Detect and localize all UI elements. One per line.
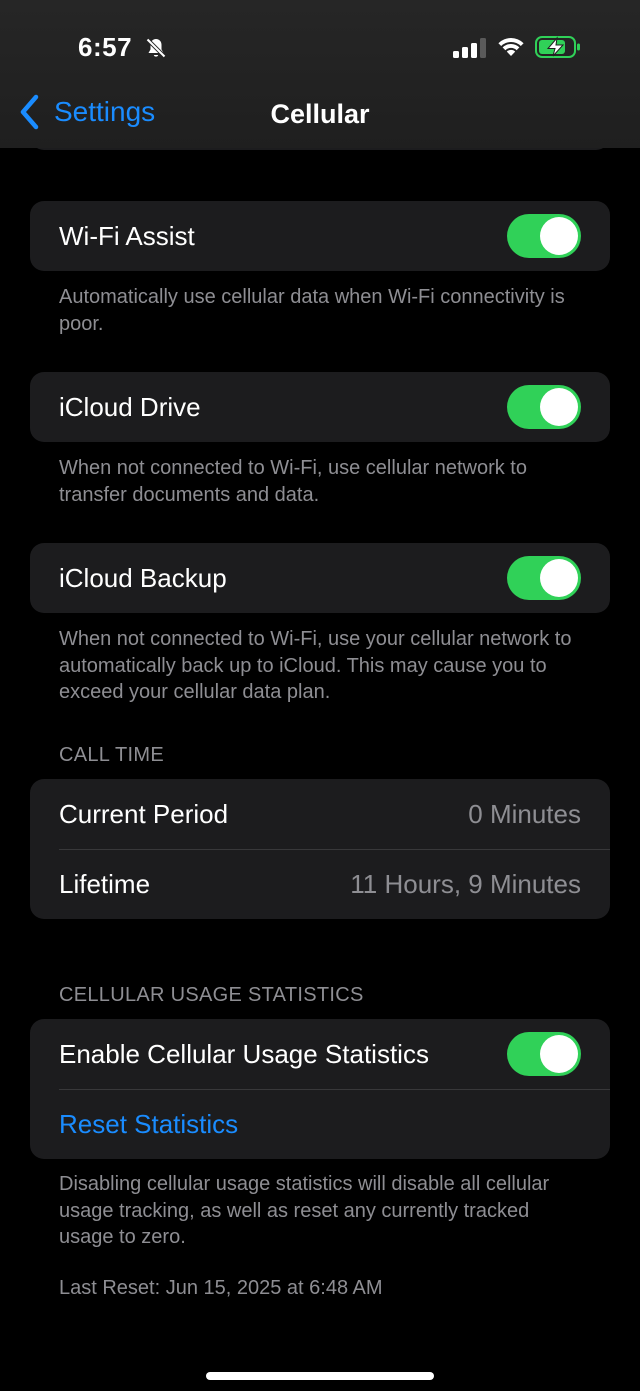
current-period-value: 0 Minutes bbox=[468, 798, 581, 829]
enable-usage-stats-toggle[interactable] bbox=[507, 1032, 581, 1076]
wifi-assist-footer: Automatically use cellular data when Wi-… bbox=[59, 286, 565, 335]
bell-slash-icon bbox=[146, 38, 166, 58]
call-time-group: Current Period 0 Minutes Lifetime 11 Hou… bbox=[30, 779, 610, 919]
icloud-drive-footer: When not connected to Wi-Fi, use cellula… bbox=[59, 457, 527, 506]
enable-usage-stats-row[interactable]: Enable Cellular Usage Statistics bbox=[30, 1019, 610, 1089]
status-time: 6:57 bbox=[78, 32, 133, 62]
wifi-assist-group: Wi-Fi Assist bbox=[30, 201, 610, 271]
page-title: Cellular bbox=[270, 99, 370, 129]
enable-usage-stats-label: Enable Cellular Usage Statistics bbox=[59, 1038, 429, 1069]
icloud-backup-row[interactable]: iCloud Backup bbox=[30, 543, 610, 613]
lifetime-value: 11 Hours, 9 Minutes bbox=[350, 868, 581, 899]
call-time-header: CALL TIME bbox=[59, 744, 164, 766]
icloud-backup-toggle[interactable] bbox=[507, 556, 581, 600]
screen: 6:57 Settings Cellular Wi-Fi Assist Auto… bbox=[0, 0, 640, 1391]
icloud-drive-group: iCloud Drive bbox=[30, 372, 610, 442]
icloud-drive-toggle[interactable] bbox=[507, 385, 581, 429]
icloud-drive-row[interactable]: iCloud Drive bbox=[30, 372, 610, 442]
top-bar: 6:57 Settings Cellular bbox=[0, 0, 640, 148]
wifi-assist-label: Wi-Fi Assist bbox=[59, 220, 195, 251]
wifi-icon bbox=[498, 38, 524, 56]
last-reset-text: Last Reset: Jun 15, 2025 at 6:48 AM bbox=[59, 1277, 383, 1299]
wifi-assist-toggle[interactable] bbox=[507, 214, 581, 258]
icloud-backup-label: iCloud Backup bbox=[59, 562, 227, 593]
icloud-backup-group: iCloud Backup bbox=[30, 543, 610, 613]
wifi-assist-row[interactable]: Wi-Fi Assist bbox=[30, 201, 610, 271]
lifetime-row: Lifetime 11 Hours, 9 Minutes bbox=[30, 849, 610, 919]
battery-charging-icon bbox=[535, 36, 580, 58]
usage-stats-group: Enable Cellular Usage Statistics Reset S… bbox=[30, 1019, 610, 1159]
home-indicator[interactable] bbox=[206, 1372, 434, 1380]
icloud-drive-label: iCloud Drive bbox=[59, 391, 201, 422]
reset-statistics-button[interactable]: Reset Statistics bbox=[59, 1109, 238, 1140]
current-period-label: Current Period bbox=[59, 798, 229, 829]
cellular-signal-icon bbox=[453, 38, 486, 58]
current-period-row: Current Period 0 Minutes bbox=[30, 779, 610, 849]
usage-stats-footer: Disabling cellular usage statistics will… bbox=[59, 1173, 550, 1248]
icloud-backup-footer: When not connected to Wi-Fi, use your ce… bbox=[59, 628, 572, 703]
reset-statistics-row[interactable]: Reset Statistics bbox=[30, 1089, 610, 1159]
usage-stats-header: CELLULAR USAGE STATISTICS bbox=[59, 984, 364, 1006]
lifetime-label: Lifetime bbox=[59, 868, 151, 899]
